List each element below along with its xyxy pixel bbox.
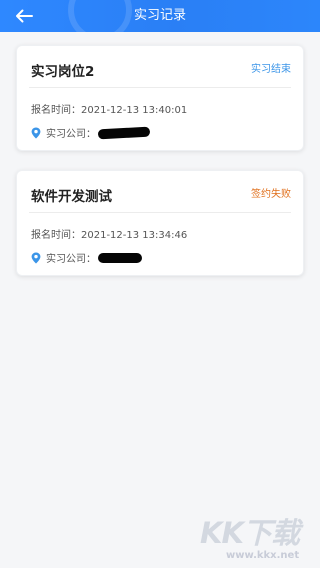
watermark-url: www.kkx.net	[226, 550, 300, 561]
location-pin-icon	[31, 127, 41, 138]
divider	[29, 212, 291, 213]
nav-bar: 实习记录	[0, 0, 320, 32]
app-screen: 实习记录 实习岗位2 实习结束 报名时间：2021-12-13 13:40:01…	[0, 0, 320, 568]
company-name-redacted	[97, 126, 151, 139]
record-status: 签约失败	[251, 189, 291, 200]
record-status: 实习结束	[251, 64, 291, 75]
company-row: 实习公司：	[31, 250, 142, 265]
signup-time-value: 2021-12-13 13:40:01	[81, 105, 188, 116]
record-card-2[interactable]: 软件开发测试 签约失败 报名时间：2021-12-13 13:34:46 实习公…	[16, 170, 304, 276]
company-row: 实习公司：	[31, 125, 151, 140]
record-title: 软件开发测试	[31, 189, 112, 205]
signup-time-value: 2021-12-13 13:34:46	[81, 230, 188, 241]
divider	[29, 87, 291, 88]
signup-time-row: 报名时间：2021-12-13 13:40:01	[31, 101, 187, 116]
signup-time-row: 报名时间：2021-12-13 13:34:46	[31, 226, 187, 241]
record-card-1[interactable]: 实习岗位2 实习结束 报名时间：2021-12-13 13:40:01 实习公司…	[16, 45, 304, 151]
company-label: 实习公司：	[46, 129, 96, 140]
signup-time-label: 报名时间：	[31, 105, 81, 116]
location-pin-icon	[31, 252, 41, 263]
company-label: 实习公司：	[46, 254, 96, 265]
watermark-logo: KK下载	[200, 516, 300, 550]
signup-time-label: 报名时间：	[31, 230, 81, 241]
company-name-redacted	[98, 252, 142, 263]
page-title: 实习记录	[133, 8, 186, 23]
watermark: KK下载 www.kkx.net	[200, 510, 318, 566]
record-title: 实习岗位2	[31, 64, 95, 80]
